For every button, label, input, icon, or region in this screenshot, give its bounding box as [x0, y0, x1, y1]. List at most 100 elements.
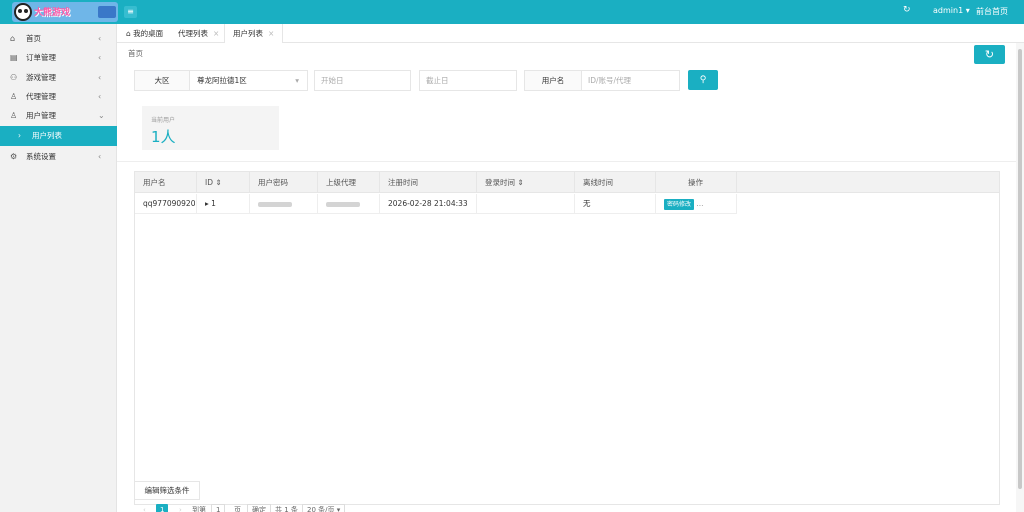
column-header-parent-agent: 上级代理 [318, 172, 380, 193]
column-header-login-time[interactable]: 登录时间 ⇕ [477, 172, 575, 193]
column-header-offline-time: 离线时间 [575, 172, 656, 193]
cell-offline-time: 无 [575, 194, 656, 214]
home-icon: ⌂ [10, 34, 16, 43]
goto-confirm-button[interactable]: 确定 [247, 504, 271, 512]
cell-id[interactable]: ▸ 1 [197, 194, 250, 214]
sidebar-item-user-list[interactable]: › 用户列表 [0, 126, 117, 146]
column-header-username: 用户名 [135, 172, 197, 193]
sidebar-item-label: 系统设置 [26, 152, 56, 161]
goto-label: 到第 [192, 506, 206, 512]
sidebar-item-label: 用户列表 [32, 131, 62, 140]
region-label: 大区 [134, 70, 190, 91]
total-count: 共 1 条 [275, 506, 298, 512]
document-icon: ▤ [10, 53, 18, 62]
tab-label: 用户列表 [233, 29, 263, 38]
front-page-link[interactable]: 前台首页 [976, 6, 1008, 17]
tab-user-list[interactable]: 用户列表 × [224, 24, 284, 43]
cell-username: qq977090920 [135, 194, 197, 214]
stat-value: 1人 [151, 128, 176, 146]
page-size-select[interactable]: 20 条/页 ▾ [302, 504, 346, 512]
gear-icon: ⚙ [10, 152, 18, 161]
sidebar-item-games[interactable]: ⚇ 游戏管理 ‹ [0, 68, 117, 88]
sidebar-item-home[interactable]: ⌂ 首页 ‹ [0, 29, 117, 49]
sidebar-item-users[interactable]: ♙ 用户管理 ⌄ [0, 106, 117, 126]
cell-parent-agent [318, 194, 380, 214]
more-actions[interactable]: ... [696, 199, 703, 208]
column-header-register-time: 注册时间 [380, 172, 477, 193]
end-date-input[interactable]: 截止日 [419, 70, 517, 91]
user-menu[interactable]: admin1 ▾ [933, 6, 970, 15]
cell-password [250, 194, 318, 214]
page-scrollbar[interactable] [1016, 43, 1024, 512]
divider [117, 161, 1016, 162]
sidebar-item-label: 用户管理 [26, 111, 56, 120]
panda-logo-icon [14, 3, 32, 21]
logo-badge [98, 6, 116, 18]
sidebar-item-label: 代理管理 [26, 92, 56, 101]
page-number-current[interactable]: 1 [156, 504, 169, 512]
tab-bar: ⌂ 我的桌面 代理列表 × 用户列表 × [117, 24, 1024, 43]
chevron-left-icon: ‹ [98, 34, 102, 43]
page-unit-label: 页 [234, 506, 241, 512]
chevron-left-icon: ‹ [98, 92, 102, 101]
cell-register-time: 2026-02-28 21:04:33 [380, 194, 477, 214]
username-search-input[interactable]: ID/账号/代理 [581, 70, 680, 91]
column-header-id[interactable]: ID ⇕ [197, 172, 250, 193]
close-icon[interactable]: × [268, 29, 274, 38]
search-icon: ⚲ [699, 75, 707, 85]
tab-label: 代理列表 [178, 29, 208, 38]
refresh-icon: ↻ [984, 48, 995, 61]
user-icon: ♙ [10, 111, 18, 120]
chevron-down-icon: ⌄ [98, 111, 105, 120]
sidebar-item-agents[interactable]: ♙ 代理管理 ‹ [0, 87, 117, 107]
prev-page-button[interactable]: ‹ [143, 504, 146, 512]
user-icon: ♙ [10, 92, 18, 101]
end-date-placeholder: 截止日 [426, 76, 449, 85]
sidebar: ⌂ 首页 ‹ ▤ 订单管理 ‹ ⚇ 游戏管理 ‹ ♙ 代理管理 ‹ ♙ 用户管理… [0, 24, 117, 512]
sidebar-item-label: 订单管理 [26, 53, 56, 62]
start-date-input[interactable]: 开始日 [314, 70, 411, 91]
redacted-value [258, 201, 292, 207]
start-date-placeholder: 开始日 [321, 76, 344, 85]
chevron-left-icon: ‹ [98, 73, 102, 82]
tab-desktop[interactable]: ⌂ 我的桌面 [126, 24, 163, 43]
search-button[interactable]: ⚲ [688, 70, 718, 90]
chevron-left-icon: ‹ [98, 152, 102, 161]
cell-actions: 密码修改 ... [656, 194, 737, 214]
refresh-icon[interactable]: ↻ [903, 5, 911, 15]
tab-label: 我的桌面 [133, 29, 164, 38]
home-icon: ⌂ [126, 29, 131, 38]
username-placeholder: ID/账号/代理 [588, 76, 632, 85]
region-value: 尊龙阿拉德1区 [197, 76, 247, 85]
cell-login-time [477, 194, 575, 214]
site-logo[interactable]: 大熊游戏 [12, 2, 118, 22]
redacted-value [326, 201, 360, 207]
column-header-password: 用户密码 [250, 172, 318, 193]
sidebar-item-label: 首页 [26, 34, 41, 43]
network-icon: ⚇ [10, 73, 18, 82]
change-password-button[interactable]: 密码修改 [664, 198, 695, 210]
tab-agent-list[interactable]: 代理列表 × [178, 24, 219, 43]
menu-toggle-button[interactable]: ≡ [124, 6, 137, 18]
user-table: 用户名 ID ⇕ 用户密码 上级代理 注册时间 登录时间 ⇕ 离线时间 操作 q… [134, 171, 1000, 505]
close-icon[interactable]: × [213, 29, 219, 38]
refresh-button[interactable]: ↻ [974, 45, 1005, 64]
sidebar-item-settings[interactable]: ⚙ 系统设置 ‹ [0, 147, 117, 167]
scrollbar-thumb[interactable] [1018, 49, 1022, 489]
chevron-left-icon: ‹ [98, 53, 102, 62]
next-page-button[interactable]: › [179, 504, 182, 512]
menu-icon: ≡ [127, 7, 134, 16]
breadcrumb: 首页 [128, 49, 143, 58]
main-content: 首页 ↻ 大区 尊龙阿拉德1区 ▾ 开始日 截止日 用户名 ID/账号/代理 ⚲… [117, 43, 1016, 512]
logo-text: 大熊游戏 [34, 8, 71, 18]
edit-filter-button[interactable]: 编辑筛选条件 [134, 481, 200, 500]
current-users-card: 当前用户 1人 [142, 106, 279, 150]
region-select[interactable]: 尊龙阿拉德1区 ▾ [189, 70, 308, 91]
username-label: 用户名 [524, 70, 582, 91]
table-header: 用户名 ID ⇕ 用户密码 上级代理 注册时间 登录时间 ⇕ 离线时间 操作 [135, 172, 999, 193]
goto-page-input[interactable]: 1 [211, 504, 226, 512]
sidebar-item-orders[interactable]: ▤ 订单管理 ‹ [0, 48, 117, 68]
top-bar: 大熊游戏 ≡ ↻ admin1 ▾ 前台首页 [0, 0, 1024, 24]
caret-down-icon: ▾ [295, 76, 299, 85]
chevron-right-icon: › [18, 131, 21, 140]
